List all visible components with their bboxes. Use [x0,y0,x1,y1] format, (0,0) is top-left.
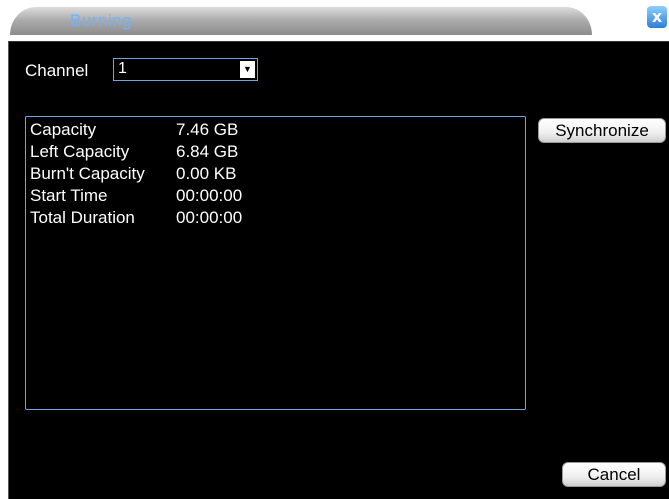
info-key: Total Duration [30,208,135,227]
channel-label: Channel [25,61,89,80]
channel-select-value: 1 [118,60,127,77]
info-value: 00:00:00 [176,186,243,205]
info-value: 00:00:00 [176,208,243,227]
info-key: Left Capacity [30,142,130,161]
close-icon[interactable]: x [647,6,667,28]
info-value: 6.84 GB [176,142,239,161]
info-key: Burn't Capacity [30,164,145,183]
synchronize-button[interactable]: Synchronize [538,118,666,143]
cancel-button[interactable]: Cancel [562,462,666,487]
channel-select[interactable]: 1 ▼ [113,58,258,81]
dialog-title: Burning [70,11,133,30]
info-value: 0.00 KB [176,164,237,183]
capacity-info-box: Capacity 7.46 GB Left Capacity 6.84 GB B… [25,116,526,410]
info-value: 7.46 GB [176,120,239,139]
info-key: Capacity [30,120,97,139]
dialog-body: Channel 1 ▼ Capacity 7.46 GB Left Capaci… [8,41,669,499]
chevron-down-icon[interactable]: ▼ [240,61,255,78]
title-bar: Burning [10,7,592,35]
burning-dialog: Burning x Channel 1 ▼ Capacity 7.46 GB L… [0,0,669,499]
info-key: Start Time [30,186,108,205]
